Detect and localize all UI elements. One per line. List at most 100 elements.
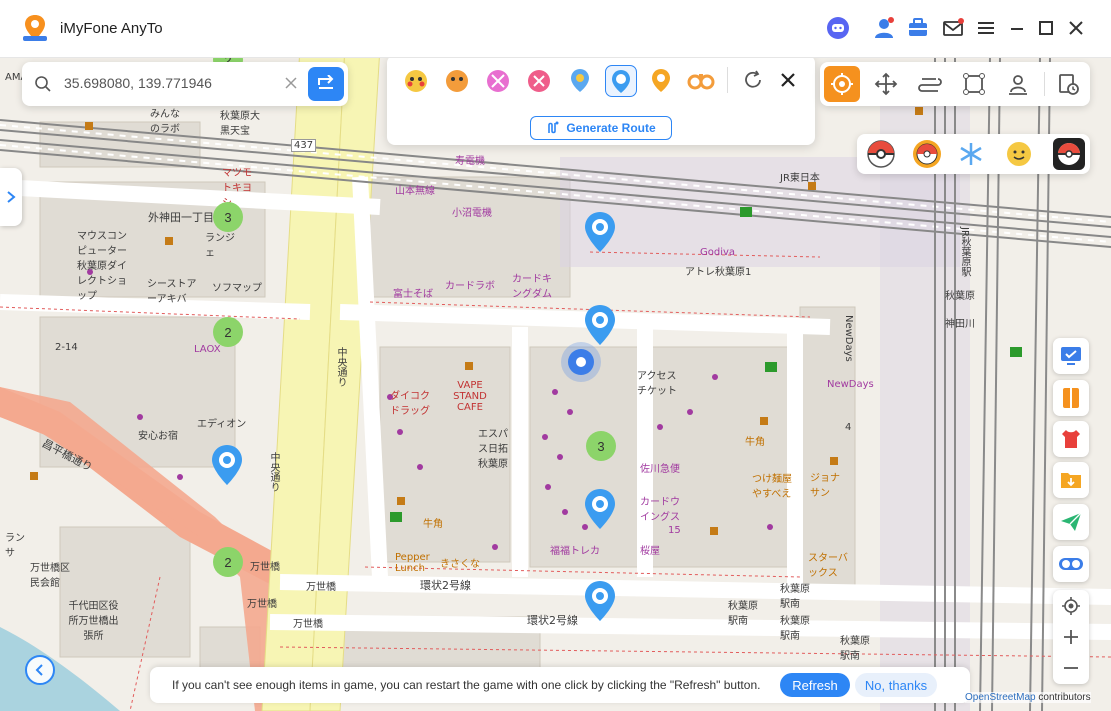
item-cluster[interactable]: 2 [213,547,243,577]
maximize-icon[interactable] [1034,16,1058,40]
multi-spot-mode-button[interactable] [956,66,992,102]
poi-edion: エディオン [197,419,247,430]
generate-route-button[interactable]: Generate Route [530,116,672,140]
back-button[interactable] [25,655,55,685]
discord-icon[interactable] [826,16,850,40]
poi-sofmap: ソフマップ [212,283,262,294]
poi-chiyoda-office: 千代田区役所万世橋出張所 [68,601,119,642]
poi-minnano-labo: みんなのラボ [150,109,180,135]
dark-ball-icon[interactable] [1053,138,1085,170]
poi-akiba-minami: 秋葉原駅南 [780,584,810,610]
poi-lansa: ランサ [5,533,25,559]
menu-icon[interactable] [974,16,998,40]
chevron-right-icon [7,191,16,203]
poi-card-wings: カードウイングス [640,497,680,523]
zoom-in-button[interactable] [1053,621,1089,652]
jump-teleport-mode-button[interactable] [1000,66,1036,102]
zoom-controls [1053,590,1089,684]
gym-filter-icon[interactable] [646,65,676,95]
refresh-notice-bar: If you can't see enough items in game, y… [150,667,970,703]
joystick-mode-button[interactable] [868,66,904,102]
route-icon [548,121,559,134]
locate-target-icon [1062,596,1080,615]
poi-newdays: NewDays [827,379,874,390]
paper-plane-icon [1061,512,1082,531]
locate-me-button[interactable] [1053,590,1089,621]
close-icon[interactable] [1064,16,1088,40]
poi-vape-stand: VAPE STAND CAFE [453,380,487,413]
mail-icon[interactable] [941,16,965,40]
osm-link[interactable]: OpenStreetMap [965,692,1036,703]
snowflake-icon[interactable] [955,138,987,170]
smiley-icon[interactable] [1003,138,1035,170]
toggle-tool-button[interactable] [1053,546,1089,582]
refresh-icon[interactable] [738,65,768,95]
poi-manseibashi: 万世橋 [306,582,336,593]
app-title: iMyFone AnyTo [60,20,163,37]
pokestop-pin-icon[interactable] [583,487,617,531]
poi-jr-akihabara-station: JR秋葉原駅 [959,227,970,277]
send-location-button[interactable] [1053,504,1089,540]
poi-manseibashi: 万世橋 [250,562,280,573]
pokestop-pin-icon[interactable] [210,443,244,487]
sidebar-tool-orange-button[interactable] [1053,380,1089,416]
block-number-label: 4 [845,422,852,433]
multi-spot-route-icon [963,73,985,95]
block-number-label: 2-14 [55,342,78,353]
poi-gyukaku: 牛角 [423,519,443,530]
expand-sidebar-tab[interactable] [0,168,22,226]
folder-import-button[interactable] [1053,462,1089,498]
clear-input-icon[interactable] [284,76,298,95]
fairy-pokemon-icon[interactable] [483,65,513,95]
go-to-coordinate-button[interactable] [308,67,344,101]
minimize-icon[interactable] [1005,16,1029,40]
binoculars-icon[interactable] [686,65,716,95]
item-cluster[interactable]: 3 [586,431,616,461]
chevron-left-icon [35,664,43,676]
device-screen-button[interactable] [1053,338,1089,374]
toolbox-icon[interactable] [906,16,930,40]
poi-sakuraya: 桜屋 [640,546,660,557]
poi-akiba-minami: 秋葉原駅南 [728,601,758,627]
poi-toku: 寿電機 [455,156,485,167]
poi-fujisoba: 富士そば [393,289,433,300]
poi-koizumi: 小沼電機 [452,208,492,219]
pokemon-filter-icon[interactable] [401,65,431,95]
refresh-button[interactable]: Refresh [780,673,850,697]
no-thanks-button[interactable]: No, thanks [855,673,937,697]
folder-icon [1061,473,1081,488]
block-number-label: 15 [668,525,681,536]
coordinate-input[interactable] [62,74,306,92]
close-panel-icon[interactable] [773,65,803,95]
pokestop-pin-icon[interactable] [583,210,617,254]
poi-yamamoto: 山本無線 [395,186,435,197]
poi-lange: ランジェ [205,233,235,259]
plus-icon [1064,629,1078,644]
item-cluster[interactable]: 2 [213,317,243,347]
pokeball-icon[interactable] [865,138,897,170]
pokestop-filter-icon[interactable] [605,65,637,97]
road-label-chuo-dori: 中央通り [335,347,346,387]
pokestop-pin-icon[interactable] [583,579,617,623]
minus-icon [1064,666,1078,669]
user-account-icon[interactable] [872,16,896,40]
poi-manseibashi: 万世橋 [247,599,277,610]
two-spot-mode-button[interactable] [912,66,948,102]
area-label-sotokanda: 外神田一丁目 [148,211,214,224]
pokeball-orange-icon[interactable] [911,138,943,170]
road-label-chuo-dori: 中央通り [268,452,279,492]
history-button[interactable] [1050,66,1086,102]
fire-pokemon-icon[interactable] [442,65,472,95]
raid-pokemon-icon[interactable] [524,65,554,95]
divider [1044,72,1045,96]
divider [727,67,728,93]
poi-kadokura: カードラボ [445,281,495,292]
title-bar: iMyFone AnyTo [0,0,1111,58]
egg-location-icon[interactable] [565,65,595,95]
zoom-out-button[interactable] [1053,652,1089,683]
poi-akiba-minami: 秋葉原駅南 [780,616,810,642]
item-cluster[interactable]: 3 [213,202,243,232]
move-arrows-icon [874,72,898,96]
shirt-tool-button[interactable] [1053,421,1089,457]
teleport-mode-button[interactable] [824,66,860,102]
